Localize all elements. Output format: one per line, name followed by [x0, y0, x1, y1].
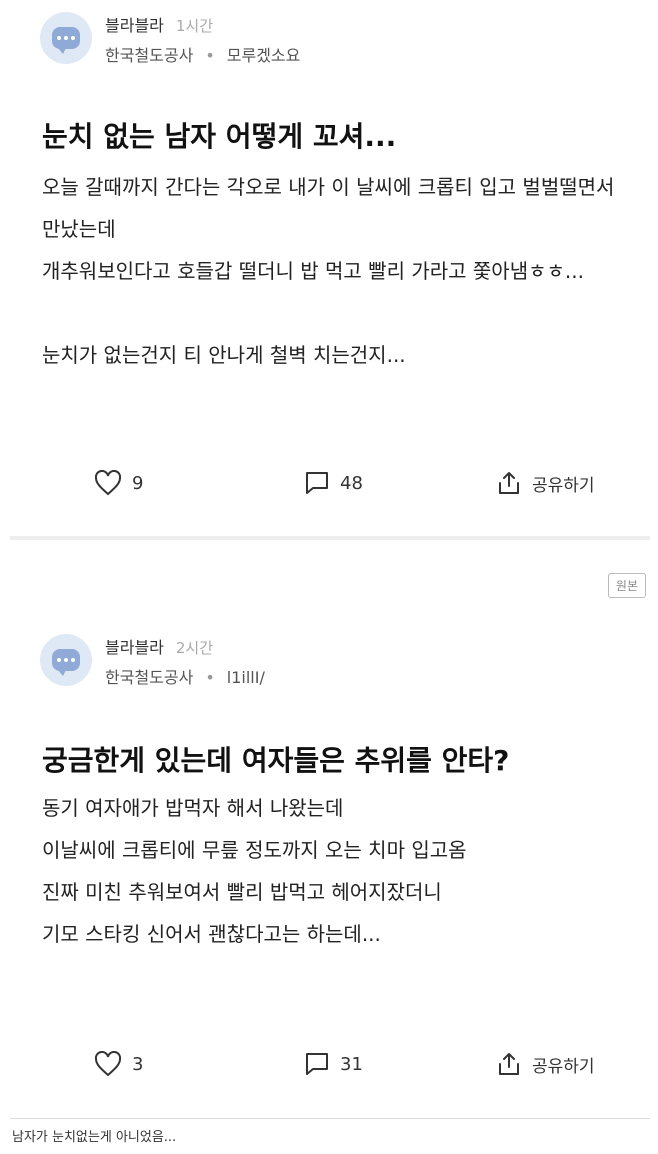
post-title[interactable]: 궁금한게 있는데 여자들은 추위를 안타? [42, 739, 509, 779]
share-icon [499, 472, 519, 494]
comment-button[interactable]: 48 [304, 463, 363, 503]
author-row: 블라블라 1시간 한국철도공사 • 모루겠소요 [40, 12, 300, 70]
comment-count: 48 [340, 472, 363, 494]
nickname: 모루겠소요 [226, 46, 301, 65]
post-card: 블라블라 2시간 한국철도공사 • l1illI/ 궁금한게 있는데 여자들은 추위를… [0, 568, 658, 1118]
share-button[interactable]: 공유하기 [496, 1044, 595, 1084]
chat-bubble-icon [52, 649, 80, 676]
company-name[interactable]: 한국철도공사 [105, 668, 193, 687]
body-line: 눈치가 없는건지 티 안나게 철벽 치는건지... [42, 343, 406, 367]
post-body[interactable]: 오늘 갈때까지 간다는 각오로 내가 이 날씨에 크롭티 입고 벌벌떨면서 만났… [42, 166, 614, 376]
post-divider [10, 536, 650, 540]
author-row: 블라블라 2시간 한국철도공사 • l1illI/ [40, 634, 265, 692]
separator-dot: • [205, 668, 215, 687]
author-meta: 블라블라 2시간 한국철도공사 • l1illI/ [105, 636, 265, 692]
author-meta: 블라블라 1시간 한국철도공사 • 모루겠소요 [105, 14, 300, 70]
comment-icon [306, 1053, 328, 1075]
caption-text: 남자가 눈치없는게 아니었음... [12, 1130, 177, 1145]
avatar[interactable] [40, 634, 92, 686]
action-bar: 9 48 공유하기 [0, 463, 658, 503]
like-count: 9 [132, 472, 144, 494]
share-label: 공유하기 [532, 475, 595, 496]
like-button[interactable]: 3 [94, 1044, 143, 1084]
like-count: 3 [132, 1053, 144, 1075]
post-time: 1시간 [175, 17, 214, 35]
body-line: 만났는데 [42, 217, 116, 241]
avatar[interactable] [40, 12, 92, 64]
share-button[interactable]: 공유하기 [496, 463, 595, 503]
heart-icon [94, 1051, 122, 1077]
like-button[interactable]: 9 [94, 463, 143, 503]
nickname: l1illI/ [226, 668, 265, 687]
comment-button[interactable]: 31 [304, 1044, 363, 1084]
share-icon [499, 1053, 519, 1075]
chat-bubble-icon [52, 27, 80, 54]
post-card: 블라블라 1시간 한국철도공사 • 모루겠소요 눈치 없는 남자 어떻게 꼬셔... … [0, 0, 658, 538]
author-name[interactable]: 블라블라 [105, 638, 164, 657]
share-label: 공유하기 [532, 1056, 595, 1077]
body-line: 개추워보인다고 호들갑 떨더니 밥 먹고 빨리 가라고 쫓아냄ㅎㅎ... [42, 259, 584, 283]
body-line: 진짜 미친 추워보여서 빨리 밥먹고 헤어지잤더니 [42, 880, 442, 904]
post-time: 2시간 [175, 639, 214, 657]
body-line: 이날씨에 크롭티에 무릎 정도까지 오는 치마 입고옴 [42, 838, 467, 862]
body-line: 기모 스타킹 신어서 괜찮다고는 하는데... [42, 922, 381, 946]
author-name[interactable]: 블라블라 [105, 16, 164, 35]
body-line: 동기 여자애가 밥먹자 해서 나왔는데 [42, 796, 344, 820]
caption-divider [10, 1118, 650, 1119]
company-name[interactable]: 한국철도공사 [105, 46, 193, 65]
post-title[interactable]: 눈치 없는 남자 어떻게 꼬셔... [42, 115, 396, 155]
separator-dot: • [205, 46, 215, 65]
post-body[interactable]: 동기 여자애가 밥먹자 해서 나왔는데 이날씨에 크롭티에 무릎 정도까지 오는… [42, 787, 467, 955]
action-bar: 3 31 공유하기 [0, 1044, 658, 1084]
body-line: 오늘 갈때까지 간다는 각오로 내가 이 날씨에 크롭티 입고 벌벌떨면서 [42, 175, 615, 199]
comment-count: 31 [340, 1053, 363, 1075]
body-line [42, 292, 614, 334]
heart-icon [94, 470, 122, 496]
comment-icon [306, 472, 328, 494]
